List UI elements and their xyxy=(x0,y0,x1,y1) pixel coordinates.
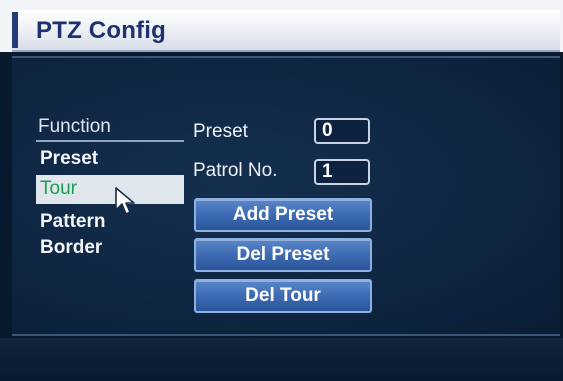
ptz-config-screen: PTZ Config Function Preset Tour Pattern … xyxy=(0,0,563,381)
del-preset-button[interactable]: Del Preset xyxy=(194,238,372,272)
title-bar: PTZ Config xyxy=(12,10,560,52)
status-bar xyxy=(0,338,563,381)
patrol-no-label: Patrol No. xyxy=(193,160,278,181)
function-menu-header: Function xyxy=(38,116,111,137)
menu-item-tour[interactable]: Tour xyxy=(36,175,184,204)
add-preset-button[interactable]: Add Preset xyxy=(194,198,372,232)
menu-item-pattern[interactable]: Pattern xyxy=(40,211,105,233)
menu-item-border[interactable]: Border xyxy=(40,237,102,259)
menu-item-preset[interactable]: Preset xyxy=(40,148,98,170)
preset-input[interactable]: 0 xyxy=(314,118,370,144)
mouse-pointer-icon xyxy=(115,187,135,215)
function-menu-divider xyxy=(36,140,184,142)
preset-label: Preset xyxy=(193,121,248,142)
del-tour-button[interactable]: Del Tour xyxy=(194,279,372,313)
title-accent-bar xyxy=(12,12,18,48)
patrol-no-input[interactable]: 1 xyxy=(314,159,370,185)
window-title: PTZ Config xyxy=(36,17,166,44)
